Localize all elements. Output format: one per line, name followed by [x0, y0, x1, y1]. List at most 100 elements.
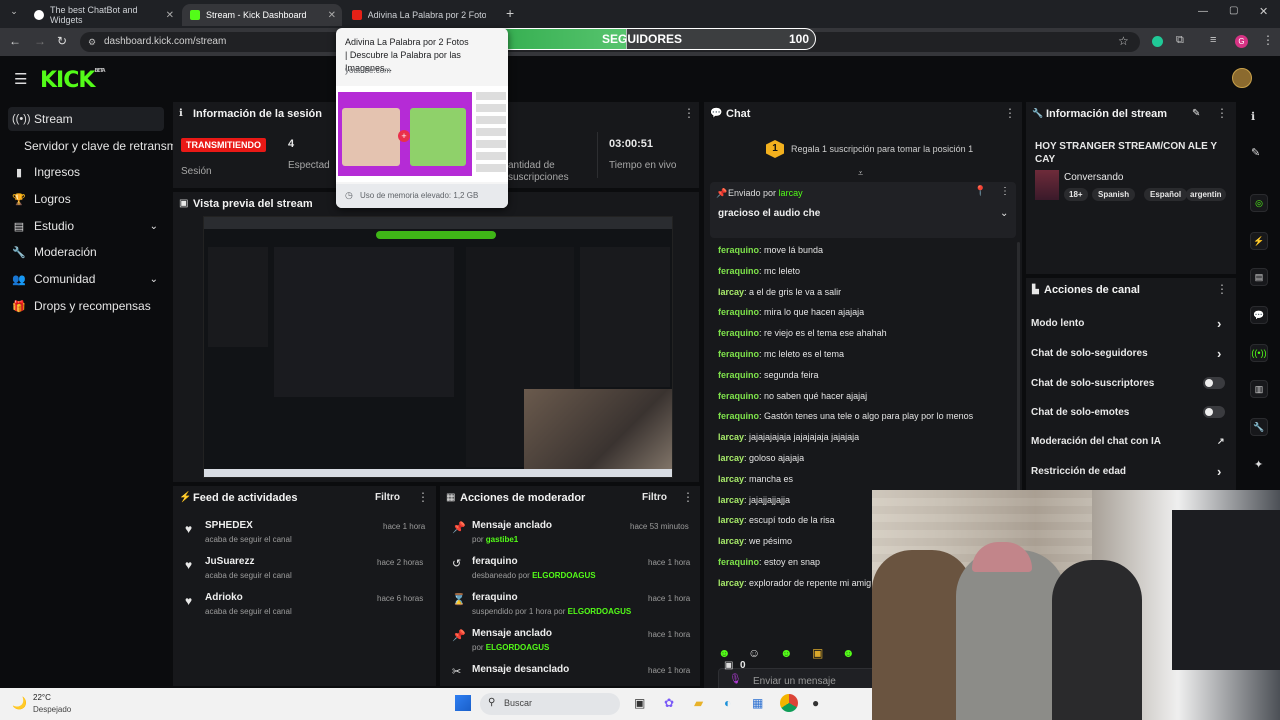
info-icon[interactable]: ℹ — [1251, 110, 1255, 123]
close-tab-icon[interactable]: ✕ — [166, 10, 174, 21]
action-ai-moderation[interactable]: Moderación del chat con IA ↗ — [1031, 436, 1231, 454]
extension-icon[interactable] — [1152, 36, 1163, 47]
hamburger-menu-icon[interactable]: ☰ — [14, 70, 27, 88]
tab-search-button[interactable]: ⌄ — [6, 6, 22, 22]
sidebar-item-moderacion[interactable]: 🔧 Moderación — [8, 240, 164, 264]
chat-message[interactable]: larcay: mancha es — [718, 474, 793, 484]
extensions-puzzle-icon[interactable]: ⧉ — [1176, 34, 1184, 47]
store-icon[interactable]: ▦ — [752, 696, 763, 710]
back-icon[interactable]: ← — [9, 34, 21, 48]
site-info-icon[interactable]: ⚙ — [88, 32, 96, 52]
sidebar-item-comunidad[interactable]: 👥 Comunidad ⌄ — [8, 267, 164, 291]
emote-icon[interactable]: ▣ — [812, 646, 823, 660]
more-options-icon[interactable]: ⋮ — [1216, 282, 1228, 296]
task-view-icon[interactable]: ▣ — [634, 696, 645, 710]
more-options-icon[interactable]: ⋮ — [1216, 106, 1228, 120]
chat-username[interactable]: feraquino — [718, 245, 759, 255]
windows-start-icon[interactable] — [455, 695, 471, 711]
more-options-icon[interactable]: ⋮ — [1004, 106, 1016, 120]
close-tab-icon[interactable]: ✕ — [328, 10, 336, 21]
user-avatar[interactable] — [1232, 68, 1252, 88]
action-age-restriction[interactable]: Restricción de edad › — [1031, 464, 1231, 484]
subscribers-only-toggle[interactable] — [1203, 377, 1225, 389]
action-followers-only[interactable]: Chat de solo-seguidores › — [1031, 346, 1231, 366]
edit-pencil-icon[interactable]: ✎ — [1251, 146, 1260, 159]
chat-username[interactable]: larcay — [718, 432, 744, 442]
chat-message[interactable]: feraquino: move lá bunda — [718, 245, 823, 255]
chat-message[interactable]: feraquino: mc leleto es el tema — [718, 349, 844, 359]
chat-username[interactable]: larcay — [718, 578, 744, 588]
chat-message[interactable]: feraquino: no saben qué hacer ajajaj — [718, 391, 867, 401]
chat-username[interactable]: larcay — [718, 474, 744, 484]
file-explorer-icon[interactable]: ▰ — [694, 696, 703, 710]
bookmark-star-icon[interactable]: ☆ — [1118, 34, 1129, 48]
chat-username[interactable]: larcay — [718, 495, 744, 505]
chat-username[interactable]: larcay — [718, 287, 744, 297]
chat-message[interactable]: feraquino: segunda feira — [718, 370, 819, 380]
maximize-button[interactable]: ▢ — [1229, 5, 1238, 16]
document-icon[interactable]: ▤ — [1250, 268, 1268, 286]
app-icon[interactable]: ● — [812, 696, 819, 710]
chat-username[interactable]: feraquino — [718, 328, 759, 338]
action-slow-mode[interactable]: Modo lento › — [1031, 316, 1231, 336]
chat-username[interactable]: feraquino — [718, 370, 759, 380]
chat-message[interactable]: feraquino: mc leleto — [718, 266, 800, 276]
server-icon[interactable]: ▥ — [1250, 380, 1268, 398]
chat-message[interactable]: larcay: we pésimo — [718, 536, 792, 546]
chevron-down-icon[interactable]: ⌄ — [1000, 208, 1008, 219]
chat-message[interactable]: feraquino: Gastón tenes una tele o algo … — [718, 411, 973, 421]
filter-button[interactable]: Filtro — [375, 492, 400, 503]
emote-icon[interactable]: ☻ — [780, 646, 793, 660]
weather-temp[interactable]: 22°C — [33, 693, 51, 702]
tab-youtube[interactable]: Adivina La Palabra por 2 Fotos — [344, 4, 494, 26]
browser-menu-icon[interactable]: ⋮ — [1262, 33, 1274, 47]
chat-username[interactable]: feraquino — [718, 391, 759, 401]
chat-username[interactable]: larcay — [718, 536, 744, 546]
more-options-icon[interactable]: ⋮ — [1000, 186, 1010, 197]
chat-message[interactable]: larcay: jajajjajjajja — [718, 495, 790, 505]
chrome-icon[interactable] — [780, 694, 798, 712]
tab-kick-dashboard[interactable]: Stream - Kick Dashboard ✕ — [182, 4, 342, 26]
sidebar-item-estudio[interactable]: ▤ Estudio ⌄ — [8, 214, 164, 238]
chat-message[interactable]: feraquino: estoy en snap — [718, 557, 820, 567]
broadcast-icon[interactable]: ((•)) — [1250, 344, 1268, 362]
chat-message[interactable]: larcay: explorador de repente mi amig — [718, 578, 871, 588]
emotes-only-toggle[interactable] — [1203, 406, 1225, 418]
sidebar-item-stream[interactable]: ((•)) Stream — [8, 107, 164, 131]
chat-message[interactable]: feraquino: mira lo que hacen ajajaja — [718, 307, 864, 317]
category-name[interactable]: Conversando — [1064, 172, 1123, 183]
filter-button[interactable]: Filtro — [642, 492, 667, 503]
emote-icon[interactable]: ☻ — [842, 646, 855, 660]
edge-icon[interactable]: ◐ — [724, 696, 731, 710]
chat-message[interactable]: feraquino: re viejo es el tema ese ahaha… — [718, 328, 887, 338]
emote-icon[interactable]: ☻ — [718, 646, 731, 660]
tab-chatbot[interactable]: The best ChatBot and Widgets ✕ — [26, 4, 180, 26]
close-window-button[interactable]: ✕ — [1259, 5, 1268, 18]
more-options-icon[interactable]: ⋮ — [417, 490, 429, 504]
chat-username[interactable]: larcay — [718, 515, 744, 525]
new-tab-button[interactable]: + — [506, 5, 514, 21]
reload-icon[interactable]: ↻ — [57, 34, 67, 48]
camera-toggle-icon[interactable]: ◎ — [1250, 194, 1268, 212]
more-options-icon[interactable]: ⋮ — [683, 106, 695, 120]
sidebar-item-logros[interactable]: 🏆 Logros — [8, 187, 164, 211]
edit-pencil-icon[interactable]: ✎ — [1192, 108, 1200, 119]
chat-username[interactable]: feraquino — [718, 557, 759, 567]
stream-preview-video[interactable] — [203, 216, 673, 478]
chat-message[interactable]: larcay: goloso ajajaja — [718, 453, 804, 463]
chat-username[interactable]: feraquino — [718, 307, 759, 317]
chest-icon[interactable]: ▣ — [724, 660, 733, 671]
tools-icon[interactable]: 🔧 — [1250, 418, 1268, 436]
shapes-icon[interactable]: ✦ — [1254, 458, 1263, 471]
emote-icon[interactable]: ☺ — [748, 646, 760, 660]
chat-icon[interactable]: 💬 — [1250, 306, 1268, 324]
collapse-icon[interactable]: ⩡ — [858, 168, 863, 179]
minimize-button[interactable]: — — [1198, 6, 1208, 17]
sidebar-item-ingresos[interactable]: ▮ Ingresos — [8, 160, 164, 184]
bolt-icon[interactable]: ⚡ — [1250, 232, 1268, 250]
chat-username[interactable]: feraquino — [718, 349, 759, 359]
gift-leaderboard-text[interactable]: Regala 1 suscripción para tomar la posic… — [791, 144, 973, 154]
forward-icon[interactable]: → — [34, 34, 46, 48]
taskbar-search[interactable]: ⚲ Buscar — [480, 693, 620, 715]
kick-logo[interactable]: KICKBETA — [40, 68, 106, 93]
